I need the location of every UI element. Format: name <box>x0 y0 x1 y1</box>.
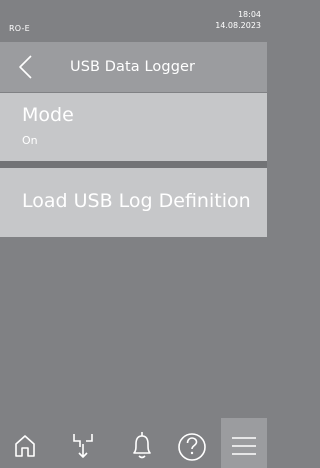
menu-icon <box>232 437 256 455</box>
mode-item[interactable]: Mode On <box>0 93 267 161</box>
drain-button[interactable] <box>58 418 108 468</box>
load-usb-log-definition-item[interactable]: Load USB Log Definition <box>0 168 267 237</box>
chevron-left-icon <box>19 55 32 79</box>
divider <box>0 161 267 168</box>
bell-icon <box>133 432 151 459</box>
load-usb-log-definition-title: Load USB Log Definition <box>22 190 251 212</box>
device-name: RO-E <box>9 24 30 33</box>
mode-value: On <box>22 134 38 147</box>
date: 14.08.2023 <box>215 21 261 30</box>
alarm-button[interactable] <box>117 418 167 468</box>
clock: 18:04 14.08.2023 <box>215 9 261 31</box>
help-icon <box>178 433 206 461</box>
status-bar: RO-E 18:04 14.08.2023 <box>0 0 267 42</box>
header: USB Data Logger <box>0 42 267 92</box>
back-button[interactable] <box>10 50 44 84</box>
bottom-nav <box>0 418 267 468</box>
drain-icon <box>73 434 93 458</box>
page-title: USB Data Logger <box>70 59 196 75</box>
help-button[interactable] <box>167 418 217 468</box>
home-icon <box>15 435 35 457</box>
mode-title: Mode <box>22 104 74 126</box>
menu-button[interactable] <box>221 418 267 468</box>
time: 18:04 <box>237 10 261 19</box>
home-button[interactable] <box>0 418 50 468</box>
